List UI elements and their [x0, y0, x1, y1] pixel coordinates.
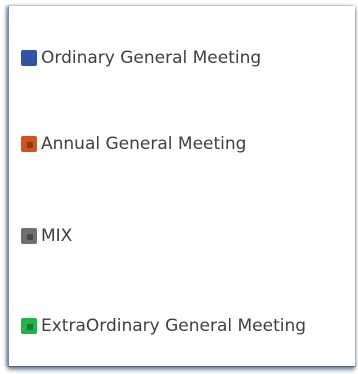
legend-item-ordinary-general-meeting: Ordinary General Meeting: [21, 46, 261, 70]
legend-item-mix: MIX: [21, 224, 72, 248]
legend-item-extraordinary-general-meeting: ExtraOrdinary General Meeting: [21, 314, 306, 338]
legend-panel: Ordinary General Meeting Annual General …: [8, 6, 355, 367]
legend-label-extraordinary-general-meeting: ExtraOrdinary General Meeting: [41, 316, 307, 336]
legend-swatch-mix: [21, 228, 37, 244]
legend-item-annual-general-meeting: Annual General Meeting: [21, 132, 246, 156]
legend-swatch-ordinary-general-meeting: [21, 50, 37, 66]
legend-label-mix: MIX: [41, 226, 73, 246]
legend-label-annual-general-meeting: Annual General Meeting: [41, 134, 247, 154]
legend-swatch-extraordinary-general-meeting: [21, 318, 37, 334]
legend-swatch-annual-general-meeting: [21, 136, 37, 152]
legend-label-ordinary-general-meeting: Ordinary General Meeting: [41, 48, 262, 68]
